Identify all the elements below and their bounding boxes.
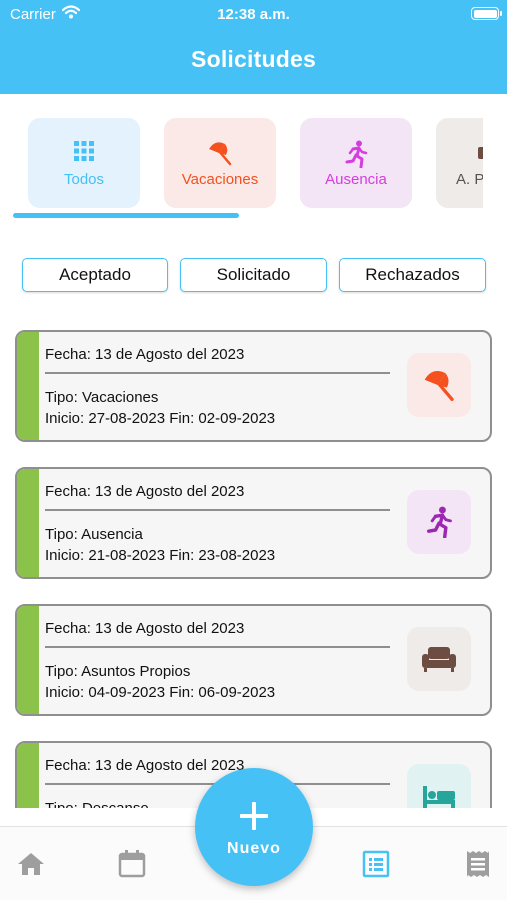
request-date: Fecha: 13 de Agosto del 2023: [45, 346, 245, 363]
app-screen: Carrier 12:38 a.m. Solicitudes Todos Vac…: [0, 0, 507, 900]
request-date: Fecha: 13 de Agosto del 2023: [45, 483, 245, 500]
request-card[interactable]: Fecha: 13 de Agosto del 2023 Tipo: Ausen…: [15, 467, 492, 579]
clock: 12:38 a.m.: [217, 6, 290, 23]
new-request-button[interactable]: Nuevo: [195, 768, 313, 886]
request-type: Tipo: Asuntos Propios: [45, 663, 191, 680]
request-date: Fecha: 13 de Agosto del 2023: [45, 620, 245, 637]
status-bar-accepted: [17, 606, 39, 714]
divider: [45, 646, 390, 648]
category-tabs: Todos Vacaciones Ausencia A. P: [0, 118, 483, 210]
request-list: Fecha: 13 de Agosto del 2023 Tipo: Vacac…: [0, 320, 507, 808]
request-type: Tipo: Ausencia: [45, 526, 143, 543]
battery-icon: [471, 7, 502, 20]
request-type: Tipo: Vacaciones: [45, 389, 159, 406]
divider: [45, 509, 390, 511]
page-title: Solicitudes: [191, 46, 316, 72]
filter-aceptado-button[interactable]: Aceptado: [22, 258, 168, 292]
app-header: Carrier 12:38 a.m. Solicitudes: [0, 0, 507, 94]
status-bar-accepted: [17, 332, 39, 440]
receipt-icon[interactable]: [463, 849, 493, 879]
request-range: Inicio: 21-08-2023 Fin: 23-08-2023: [45, 547, 276, 564]
list-icon[interactable]: [361, 849, 391, 879]
grid-icon: [28, 140, 140, 168]
plus-icon: [238, 800, 270, 837]
selected-tab-indicator: [13, 213, 239, 218]
new-request-label: Nuevo: [227, 840, 281, 857]
home-icon[interactable]: [16, 849, 46, 879]
request-range: Inicio: 27-08-2023 Fin: 02-09-2023: [45, 410, 276, 427]
category-tab-todos[interactable]: Todos: [28, 118, 140, 208]
status-bar: Carrier 12:38 a.m.: [0, 0, 507, 28]
category-label: A. P: [456, 171, 483, 188]
status-bar-accepted: [17, 743, 39, 808]
filter-solicitado-button[interactable]: Solicitado: [180, 258, 327, 292]
bed-icon: [407, 764, 471, 808]
briefcase-icon: [436, 140, 483, 168]
category-label: Todos: [63, 171, 105, 188]
divider: [45, 372, 390, 374]
calendar-icon[interactable]: [117, 849, 147, 879]
category-tab-asuntos-propios[interactable]: A. P: [436, 118, 483, 208]
beach-umbrella-icon: [407, 353, 471, 417]
category-label: Ausencia: [325, 171, 387, 188]
sofa-icon: [407, 627, 471, 691]
running-person-icon: [407, 490, 471, 554]
beach-umbrella-icon: [164, 140, 276, 168]
request-card[interactable]: Fecha: 13 de Agosto del 2023 Tipo: Vacac…: [15, 330, 492, 442]
category-tab-ausencia[interactable]: Ausencia: [300, 118, 412, 208]
filter-rechazados-button[interactable]: Rechazados: [339, 258, 486, 292]
category-tab-vacaciones[interactable]: Vacaciones: [164, 118, 276, 208]
category-label: Vacaciones: [181, 171, 259, 188]
request-date: Fecha: 13 de Agosto del 2023: [45, 757, 245, 774]
status-bar-accepted: [17, 469, 39, 577]
request-type: Tipo: Descanso: [45, 800, 149, 808]
running-person-icon: [300, 140, 412, 168]
request-card[interactable]: Fecha: 13 de Agosto del 2023 Tipo: Asunt…: [15, 604, 492, 716]
request-range: Inicio: 04-09-2023 Fin: 06-09-2023: [45, 684, 276, 701]
